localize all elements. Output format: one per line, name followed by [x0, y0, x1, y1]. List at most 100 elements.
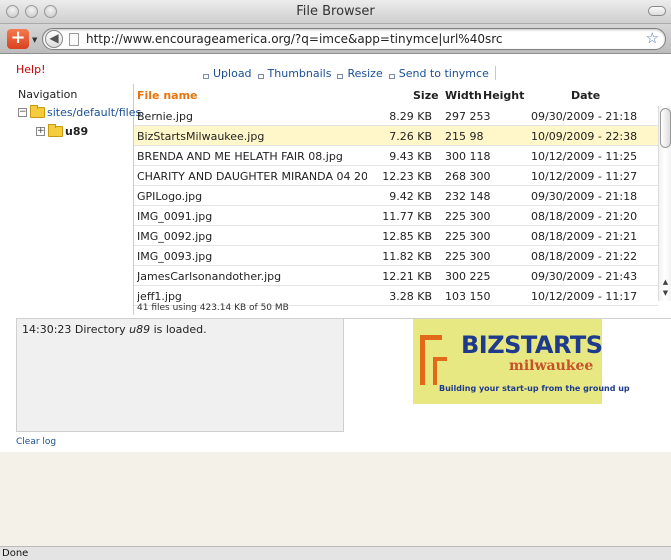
window-titlebar: File Browser	[0, 0, 671, 24]
folder-icon	[30, 105, 45, 118]
scroll-down-arrow-icon[interactable]: ▼	[660, 289, 671, 298]
browser-toolbar: + ▼ ◀ http://www.encourageamerica.org/?q…	[0, 24, 671, 54]
tree-item-u89-label[interactable]: u89	[65, 125, 88, 138]
file-usage-status: 41 files using 423.14 KB of 50 MB	[137, 303, 289, 313]
log-panel: 14:30:23 Directory u89 is loaded.	[16, 318, 344, 432]
table-row[interactable]: IMG_0093.jpg 11.82 KB 225 300 08/18/2009 - …	[134, 246, 658, 266]
thumbnails-icon	[257, 73, 264, 79]
chevron-down-icon[interactable]: ▼	[32, 36, 37, 44]
file-date-cell: 10/09/2009 - 22:38	[531, 130, 638, 143]
file-name-cell: CHARITY AND DAUGHTER MIRANDA 04 2009.jp	[137, 170, 367, 183]
file-date-cell: 10/12/2009 - 11:25	[531, 150, 638, 163]
scrollbar-thumb[interactable]	[660, 108, 671, 148]
file-size-cell: 9.43 KB	[389, 150, 432, 163]
upload-icon	[203, 73, 209, 79]
table-row[interactable]: BizStartsMilwaukee.jpg 7.26 KB 215 98 10/09…	[134, 126, 658, 146]
resize-button[interactable]: Resize	[337, 67, 383, 80]
file-date-cell: 10/12/2009 - 11:27	[531, 170, 638, 183]
folder-icon	[48, 124, 63, 137]
file-date-cell: 09/30/2009 - 21:18	[531, 110, 638, 123]
toolbar-toggle-button[interactable]	[648, 6, 666, 16]
file-date-cell: 10/12/2009 - 11:17	[531, 290, 638, 303]
file-date-cell: 08/18/2009 - 21:22	[531, 250, 638, 263]
tree-item-u89[interactable]: + u89	[36, 124, 88, 138]
bizstarts-logo-image: BIZSTARTS milwaukee Building your start-…	[413, 319, 630, 404]
file-name-cell: Bernie.jpg	[137, 110, 193, 123]
file-name-cell: BRENDA AND ME HELATH FAIR 08.jpg	[137, 150, 343, 163]
navigation-title: Navigation	[18, 88, 78, 101]
collapse-icon[interactable]: −	[18, 108, 27, 117]
file-size-cell: 8.29 KB	[389, 110, 432, 123]
column-header-name[interactable]: File name	[137, 89, 198, 102]
file-dimensions-cell: 300 225	[445, 270, 491, 283]
file-date-cell: 08/18/2009 - 21:20	[531, 210, 638, 223]
tree-item-root-label[interactable]: sites/default/files	[47, 106, 141, 119]
table-row[interactable]: GPILogo.jpg 9.42 KB 232 148 09/30/2009 - 21…	[134, 186, 658, 206]
file-name-cell: IMG_0093.jpg	[137, 250, 213, 263]
upload-button[interactable]: Upload	[203, 67, 252, 80]
resize-icon	[337, 73, 344, 79]
table-row[interactable]: BRENDA AND ME HELATH FAIR 08.jpg 9.43 KB 3…	[134, 146, 658, 166]
file-date-cell: 09/30/2009 - 21:43	[531, 270, 638, 283]
tree-item-root[interactable]: − sites/default/files	[18, 105, 141, 119]
file-dimensions-cell: 225 300	[445, 210, 491, 223]
table-row[interactable]: IMG_0091.jpg 11.77 KB 225 300 08/18/2009 - …	[134, 206, 658, 226]
back-arrow-icon[interactable]: ◀	[45, 30, 63, 48]
logo-bracket-shape-inner	[433, 357, 447, 385]
file-name-cell: JamesCarlsonandother.jpg	[137, 270, 282, 283]
logo-title: BIZSTARTS	[461, 331, 603, 359]
file-size-cell: 7.26 KB	[389, 130, 432, 143]
column-header-date[interactable]: Date	[571, 89, 600, 102]
send-icon	[388, 73, 395, 79]
image-preview-panel: BIZSTARTS milwaukee Building your start-…	[344, 318, 671, 432]
logo-city: milwaukee	[509, 358, 594, 374]
send-to-tinymce-button[interactable]: Send to tinymce	[388, 67, 489, 80]
addon-plus-icon[interactable]: +	[7, 29, 29, 49]
operations-divider	[494, 66, 496, 80]
bookmark-star-icon[interactable]: ☆	[646, 29, 659, 47]
clear-log-link[interactable]: Clear log	[16, 437, 56, 447]
file-name-cell: BizStartsMilwaukee.jpg	[137, 130, 265, 143]
file-name-cell: IMG_0092.jpg	[137, 230, 213, 243]
table-row[interactable]: IMG_0092.jpg 12.85 KB 225 300 08/18/2009 - …	[134, 226, 658, 246]
file-dimensions-cell: 232 148	[445, 190, 491, 203]
file-date-cell: 09/30/2009 - 21:18	[531, 190, 638, 203]
file-dimensions-cell: 225 300	[445, 230, 491, 243]
file-table-header: File name Size Width Height Date	[134, 84, 671, 106]
browser-statusbar: Done	[0, 546, 671, 560]
window-title: File Browser	[296, 4, 375, 19]
file-dimensions-cell: 225 300	[445, 250, 491, 263]
url-text[interactable]: http://www.encourageamerica.org/?q=imce&…	[86, 32, 503, 46]
file-list-panel: File name Size Width Height Date Bernie.…	[134, 84, 671, 315]
file-name-cell: GPILogo.jpg	[137, 190, 203, 203]
status-text: Done	[2, 548, 29, 559]
file-date-cell: 08/18/2009 - 21:21	[531, 230, 638, 243]
file-list-scrollbar[interactable]: ▲ ▼	[658, 106, 671, 301]
log-message: 14:30:23 Directory u89 is loaded.	[22, 323, 207, 336]
file-size-cell: 11.77 KB	[382, 210, 432, 223]
file-size-cell: 12.23 KB	[382, 170, 432, 183]
thumbnails-button[interactable]: Thumbnails	[257, 67, 331, 80]
help-link[interactable]: Help!	[16, 63, 46, 76]
column-header-width[interactable]: Width	[445, 89, 482, 102]
table-row[interactable]: CHARITY AND DAUGHTER MIRANDA 04 2009.jp 1…	[134, 166, 658, 186]
address-bar[interactable]: ◀ http://www.encourageamerica.org/?q=imc…	[42, 28, 666, 50]
column-header-size[interactable]: Size	[413, 89, 439, 102]
file-dimensions-cell: 297 253	[445, 110, 491, 123]
file-size-cell: 3.28 KB	[389, 290, 432, 303]
file-name-cell: IMG_0091.jpg	[137, 210, 213, 223]
file-name-cell: jeff1.jpg	[137, 290, 182, 303]
logo-tagline: Building your start-up from the ground u…	[439, 384, 630, 393]
expand-icon[interactable]: +	[36, 127, 45, 136]
page-bottom-area	[0, 452, 671, 546]
file-size-cell: 9.42 KB	[389, 190, 432, 203]
column-header-height[interactable]: Height	[483, 89, 524, 102]
file-size-cell: 12.85 KB	[382, 230, 432, 243]
file-dimensions-cell: 215 98	[445, 130, 484, 143]
scroll-up-arrow-icon[interactable]: ▲	[660, 278, 671, 287]
operations-bar: Upload Thumbnails Resize Send to tinymce	[203, 66, 504, 80]
file-dimensions-cell: 300 118	[445, 150, 491, 163]
page-icon	[69, 33, 79, 46]
table-row[interactable]: JamesCarlsonandother.jpg 12.21 KB 300 225 0…	[134, 266, 658, 286]
table-row[interactable]: Bernie.jpg 8.29 KB 297 253 09/30/2009 - 21:…	[134, 106, 658, 126]
